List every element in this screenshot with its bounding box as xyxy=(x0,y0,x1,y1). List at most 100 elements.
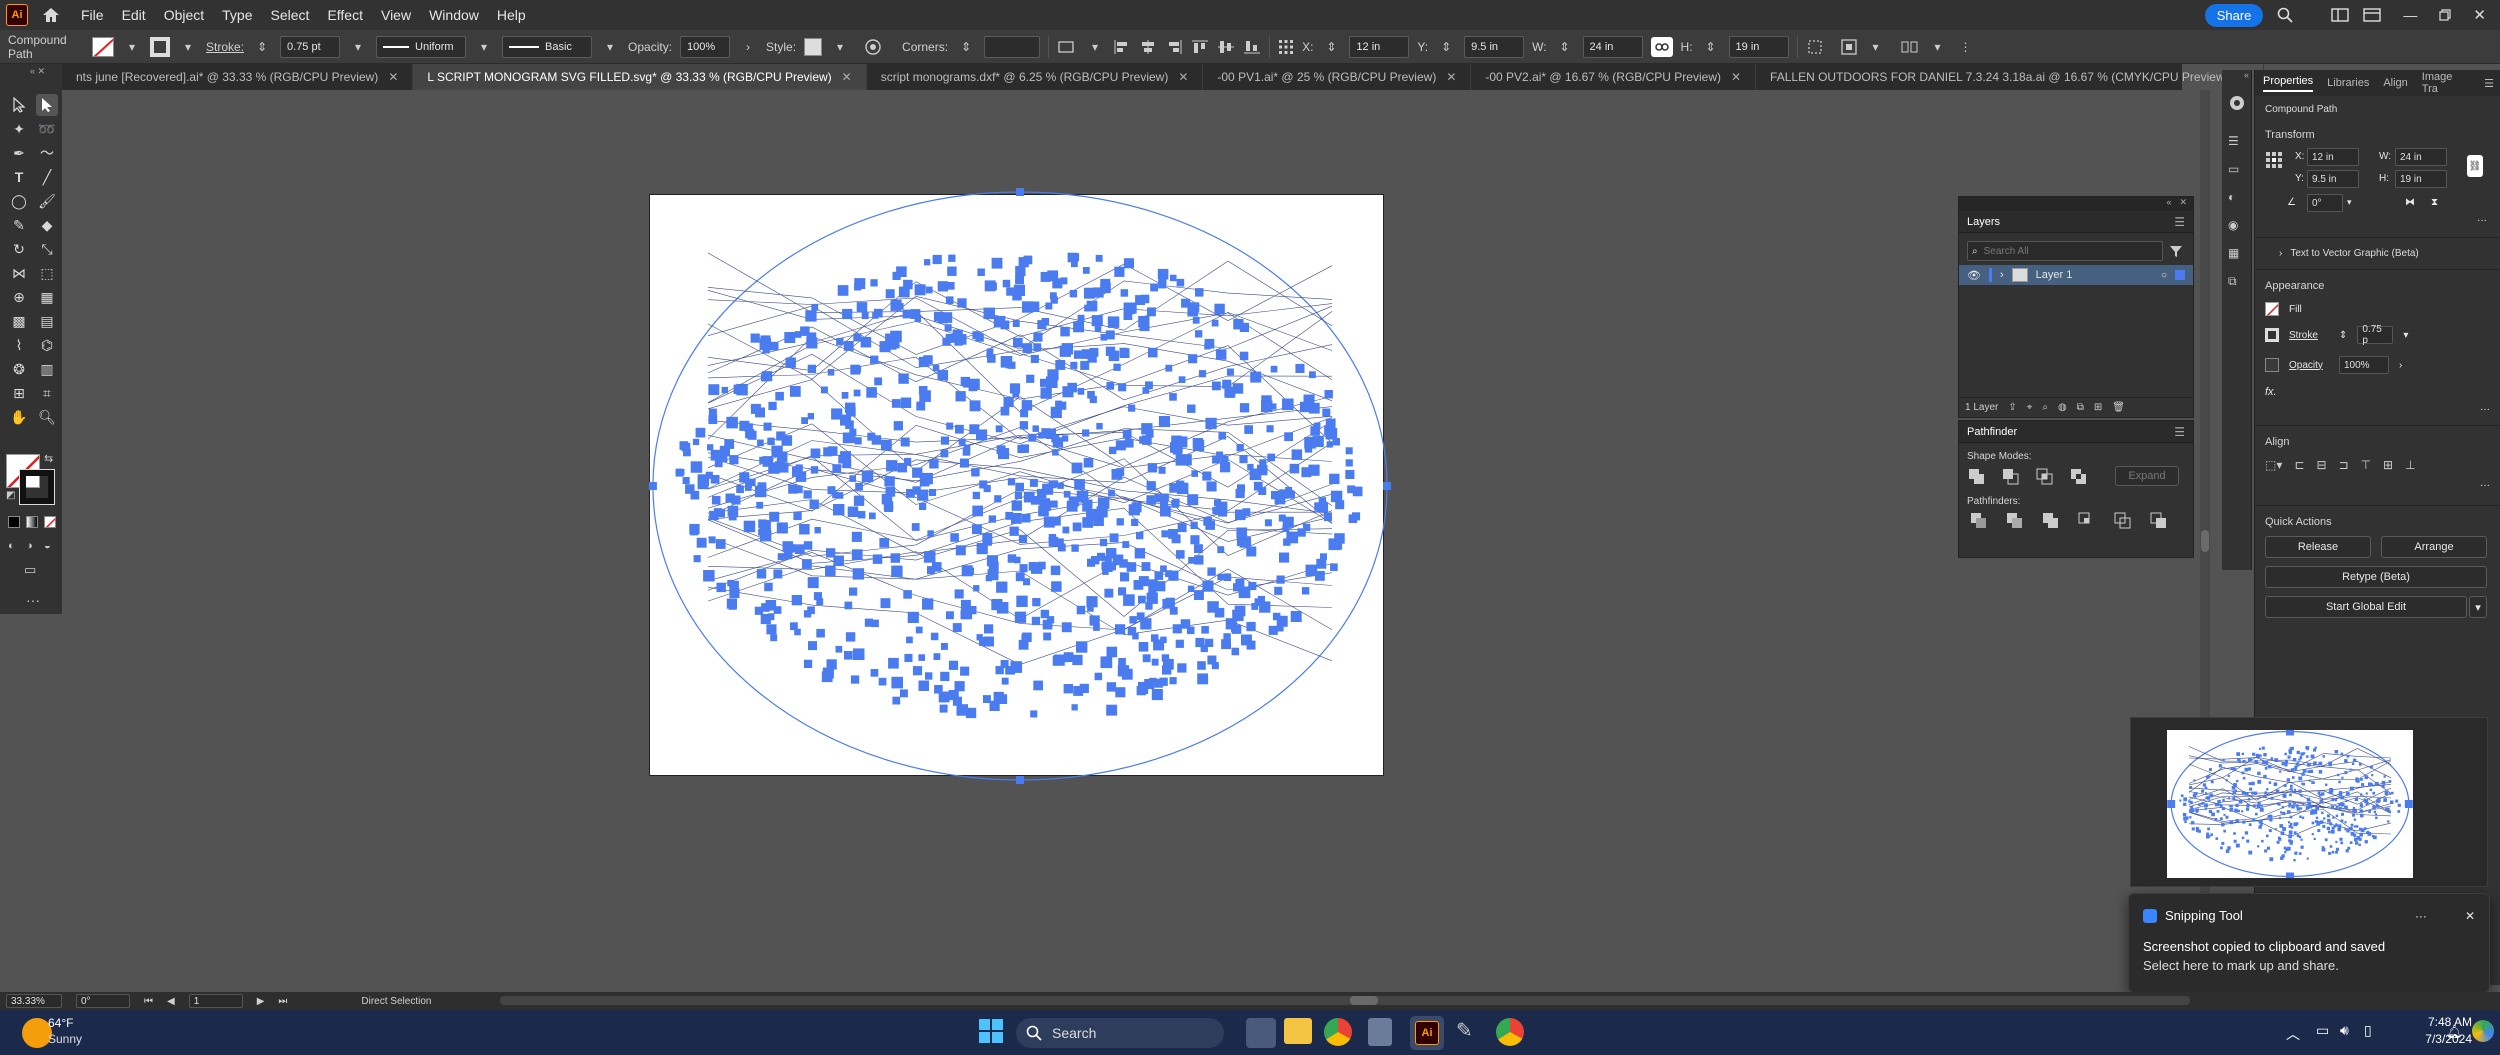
shaper-tool-icon[interactable]: ✎ xyxy=(8,214,30,236)
reference-point-icon[interactable] xyxy=(2265,151,2283,169)
perspective-grid-tool-icon[interactable]: ▦ xyxy=(36,286,58,308)
chevron-down-icon[interactable]: ▾ xyxy=(474,37,494,57)
chevron-down-icon[interactable]: ▾ xyxy=(2469,596,2487,618)
chevron-down-icon[interactable]: ▾ xyxy=(2403,330,2408,341)
reference-point-icon[interactable] xyxy=(1278,39,1294,55)
restore-icon[interactable] xyxy=(2439,9,2452,21)
ellipse-tool-icon[interactable]: ◯ xyxy=(8,190,30,212)
document-tab[interactable]: -00 PV2.ai* @ 16.67 % (RGB/CPU Preview) ✕ xyxy=(1471,64,1757,90)
chevron-down-icon[interactable]: ▾ xyxy=(1866,37,1886,57)
exclude-icon[interactable] xyxy=(2069,467,2089,485)
minimize-icon[interactable]: — xyxy=(2403,7,2417,23)
screen-mode-icon[interactable]: ▭ xyxy=(24,562,36,578)
selection-tool-icon[interactable] xyxy=(8,94,30,116)
calculator-icon[interactable] xyxy=(1368,1018,1392,1046)
previous-artboard-icon[interactable]: ◀ xyxy=(167,996,175,1007)
notification-bell-icon[interactable]: 🔔︎ xyxy=(2446,1024,2463,1040)
search-icon[interactable] xyxy=(2277,7,2294,23)
scale-tool-icon[interactable]: ⤡ xyxy=(36,238,58,260)
h-field[interactable]: 19 in xyxy=(1728,35,1789,58)
magic-wand-tool-icon[interactable]: ✦ xyxy=(8,118,30,140)
align-right-icon[interactable]: ⊐ xyxy=(2339,458,2349,472)
align-left-icon[interactable]: ⊏ xyxy=(2294,458,2304,472)
tab-align[interactable]: Align xyxy=(2383,77,2407,89)
weather-temp[interactable]: 64°F xyxy=(48,1016,73,1030)
lasso-tool-icon[interactable]: ➿ xyxy=(36,118,58,140)
fx-icon[interactable]: fx. xyxy=(2255,380,2500,404)
eraser-tool-icon[interactable]: ◆ xyxy=(36,214,58,236)
show-hidden-icons-icon[interactable]: ︿ xyxy=(2286,1024,2300,1044)
zoom-tool-icon[interactable]: 🔍︎ xyxy=(36,406,58,428)
panel-menu-icon[interactable]: ☰ xyxy=(2484,77,2494,90)
snipping-tool-notification[interactable]: Snipping Tool ··· ✕ Screenshot copied to… xyxy=(2128,893,2490,993)
document-tab[interactable]: script monograms.dxf* @ 6.25 % (RGB/CPU … xyxy=(867,64,1204,90)
gradient-mode-icon[interactable] xyxy=(26,516,38,528)
h-field[interactable]: 19 in xyxy=(2395,170,2447,188)
free-transform-tool-icon[interactable]: ⬚ xyxy=(36,262,58,284)
pathfinder-panel-title[interactable]: Pathfinder xyxy=(1967,426,2017,438)
chevron-down-icon[interactable]: ▾ xyxy=(1085,37,1105,57)
style-swatch[interactable] xyxy=(804,37,823,56)
color-mode-icon[interactable] xyxy=(8,516,20,528)
file-explorer-icon[interactable] xyxy=(1284,1018,1312,1044)
last-artboard-icon[interactable]: ⏭ xyxy=(278,996,287,1007)
document-tab[interactable]: L SCRIPT MONOGRAM SVG FILLED.svg* @ 33.3… xyxy=(413,64,867,90)
angle-field[interactable]: 0° xyxy=(2307,194,2343,212)
swap-colors-icon[interactable]: ⇆ xyxy=(44,452,53,465)
layer-row[interactable]: 👁︎ › Layer 1 ○ xyxy=(1959,265,2193,285)
stepper-icon[interactable]: ⇕ xyxy=(252,37,272,57)
stroke-color-swatch[interactable] xyxy=(19,469,55,505)
chevron-right-icon[interactable]: › xyxy=(2399,360,2402,371)
collapse-icon[interactable]: « ✕ xyxy=(30,66,60,76)
align-center-icon[interactable] xyxy=(1139,39,1157,55)
align-bottom-icon[interactable]: ⊥ xyxy=(2405,458,2415,472)
opacity-label[interactable]: Opacity xyxy=(2289,360,2329,371)
layers-panel-title[interactable]: Layers xyxy=(1967,216,2000,228)
menu-object[interactable]: Object xyxy=(155,7,213,23)
flip-horizontal-icon[interactable]: ⧓ xyxy=(2405,197,2415,208)
chevron-down-icon[interactable]: ▾ xyxy=(830,37,850,57)
divide-icon[interactable] xyxy=(1969,511,1989,529)
expand-button[interactable]: Expand xyxy=(2115,466,2179,486)
new-sublayer-icon[interactable]: ⧉ xyxy=(2077,402,2084,413)
outline-icon[interactable] xyxy=(2113,511,2133,529)
share-button[interactable]: Share xyxy=(2204,3,2264,27)
draw-behind-icon[interactable]: ◑ xyxy=(26,540,33,552)
collect-export-icon[interactable]: ⇪ xyxy=(2008,402,2016,413)
constrain-proportions-icon[interactable] xyxy=(1650,36,1673,57)
more-options-icon[interactable]: ··· xyxy=(2415,909,2427,923)
illustrator-taskbar-icon[interactable]: Ai xyxy=(1410,1016,1444,1050)
align-top-icon[interactable]: ⊤ xyxy=(2361,458,2371,472)
stroke-label[interactable]: Stroke xyxy=(2289,330,2329,341)
layers-icon[interactable]: ▭ xyxy=(2228,162,2251,176)
minus-back-icon[interactable] xyxy=(2149,511,2169,529)
close-tab-icon[interactable]: ✕ xyxy=(1731,70,1741,84)
chevron-right-icon[interactable]: › xyxy=(738,37,758,57)
horizontal-scrollbar[interactable] xyxy=(500,996,2190,1005)
draw-normal-icon[interactable]: ◐ xyxy=(8,540,15,552)
selection-indicator[interactable] xyxy=(2175,270,2185,280)
chevron-down-icon[interactable]: ▾ xyxy=(600,37,620,57)
align-right-icon[interactable] xyxy=(1165,39,1183,55)
workspace-icon[interactable] xyxy=(2363,8,2382,22)
windows-start-icon[interactable] xyxy=(978,1018,1004,1044)
type-tool-icon[interactable]: T xyxy=(8,166,30,188)
chevron-down-icon[interactable]: ▾ xyxy=(348,37,368,57)
x-field[interactable]: 12 in xyxy=(2307,148,2359,166)
tab-properties[interactable]: Properties xyxy=(2263,75,2314,92)
stepper-icon[interactable]: ⇕ xyxy=(1321,37,1341,57)
stroke-swatch[interactable] xyxy=(2265,328,2279,342)
y-field[interactable]: 9.5 in xyxy=(2307,170,2359,188)
x-field[interactable]: 12 in xyxy=(1349,35,1410,58)
chevron-down-icon[interactable]: ▾ xyxy=(122,37,142,57)
distribute-icon[interactable] xyxy=(1900,39,1920,55)
align-to-icon[interactable]: ⬚▾ xyxy=(2265,458,2282,472)
line-tool-icon[interactable]: ╱ xyxy=(36,166,58,188)
corners-field[interactable] xyxy=(984,35,1041,58)
opacity-field[interactable]: 100% xyxy=(2339,356,2389,374)
target-icon[interactable]: ○ xyxy=(2161,270,2167,281)
fill-swatch-icon[interactable] xyxy=(92,36,114,57)
y-field[interactable]: 9.5 in xyxy=(1464,35,1525,58)
unite-icon[interactable] xyxy=(1967,467,1987,485)
swatches-icon[interactable]: ▦ xyxy=(2228,246,2251,260)
